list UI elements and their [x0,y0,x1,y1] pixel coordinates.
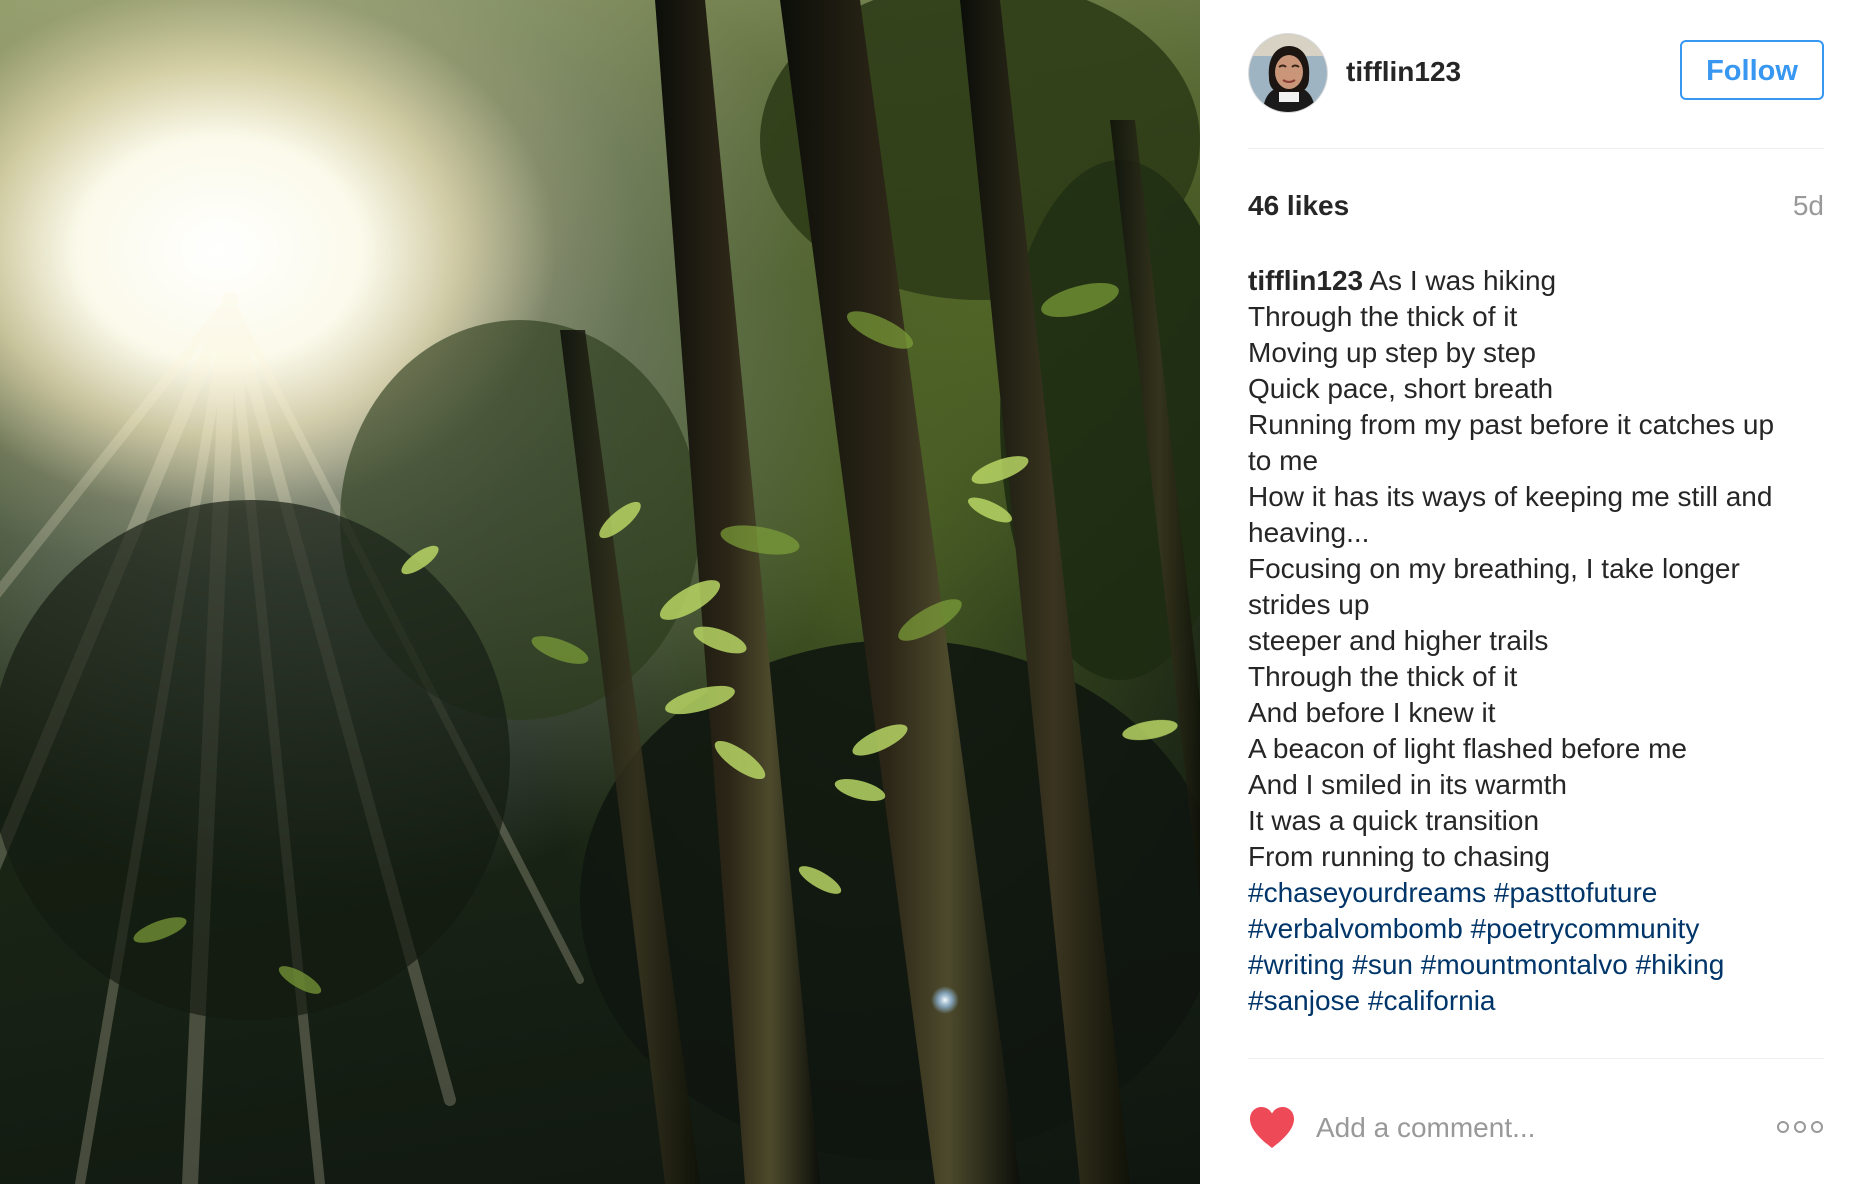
post-header: tifflin123 Follow [1248,32,1824,116]
caption-line: heaving... [1248,517,1370,548]
instagram-post: tifflin123 Follow 46 likes 5d tifflin123… [0,0,1864,1184]
follow-button[interactable]: Follow [1680,40,1824,100]
caption-line: Running from my past before it catches u… [1248,409,1775,440]
hashtag-line: #sanjose #california [1248,983,1828,1019]
comment-input[interactable] [1316,1104,1736,1152]
caption-line: Quick pace, short breath [1248,373,1554,404]
hashtag-line: #verbalvombomb #poetrycommunity [1248,911,1828,947]
caption-divider [1248,1058,1824,1059]
caption-line: From running to chasing [1248,841,1550,872]
caption-line: Through the thick of it [1248,661,1518,692]
hashtag-line: #chaseyourdreams #pasttofuture [1248,875,1828,911]
hashtag-link[interactable]: #sun [1352,949,1413,980]
caption-line: How it has its ways of keeping me still … [1248,481,1773,512]
hashtag-link[interactable]: #california [1368,985,1496,1016]
hashtag-link[interactable]: #verbalvombomb [1248,913,1463,944]
hashtag-link[interactable]: #mountmontalvo [1421,949,1628,980]
avatar[interactable] [1248,33,1328,113]
hashtag-link[interactable]: #chaseyourdreams [1248,877,1486,908]
hashtag-link[interactable]: #sanjose [1248,985,1360,1016]
post-author-username[interactable]: tifflin123 [1346,52,1461,92]
heart-icon[interactable] [1248,1106,1296,1150]
forest-scene [0,0,1200,1184]
post-photo[interactable] [0,0,1200,1184]
caption-line: strides up [1248,589,1370,620]
caption-line: A beacon of light flashed before me [1248,733,1687,764]
more-options-icon[interactable] [1776,1118,1824,1136]
post-caption: tifflin123 As I was hiking Through the t… [1248,263,1828,1019]
likes-count[interactable]: 46 likes [1248,186,1349,226]
hashtag-link[interactable]: #hiking [1636,949,1725,980]
caption-line: Moving up step by step [1248,337,1536,368]
caption-line: And I smiled in its warmth [1248,769,1567,800]
caption-line: And before I knew it [1248,697,1496,728]
hashtag-link[interactable]: #writing [1248,949,1344,980]
hashtag-link[interactable]: #poetrycommunity [1471,913,1700,944]
caption-text: As I was hiking [1369,265,1557,296]
header-divider [1248,148,1824,149]
caption-line: It was a quick transition [1248,805,1540,836]
caption-author[interactable]: tifflin123 [1248,265,1363,296]
caption-line: to me [1248,445,1319,476]
comment-bar [1248,1100,1824,1156]
caption-line: Through the thick of it [1248,301,1518,332]
hashtag-link[interactable]: #pasttofuture [1494,877,1657,908]
caption-line: steeper and higher trails [1248,625,1549,656]
post-timestamp[interactable]: 5d [1793,186,1824,226]
hashtag-line: #writing #sun #mountmontalvo #hiking [1248,947,1828,983]
caption-line: tifflin123 As I was hiking [1248,263,1828,299]
caption-line: Focusing on my breathing, I take longer [1248,553,1740,584]
profile-photo-icon [1249,34,1327,112]
